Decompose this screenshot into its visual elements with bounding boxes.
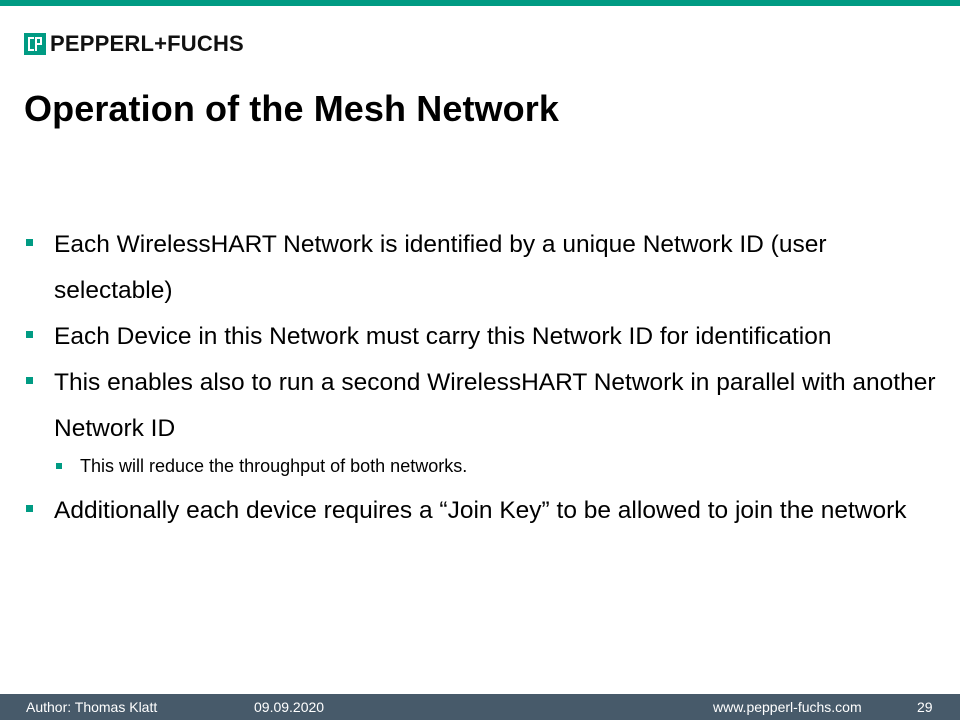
bullet-marker-icon xyxy=(26,377,33,384)
bullet-marker-icon xyxy=(26,331,33,338)
bullet-marker-icon xyxy=(26,239,33,246)
sub-bullet-marker-icon xyxy=(56,463,62,469)
sub-bullet-text: This will reduce the throughput of both … xyxy=(80,456,468,476)
company-logo: PEPPERL+FUCHS xyxy=(24,30,244,58)
bullet-text: Each WirelessHART Network is identified … xyxy=(54,231,827,304)
logo-text: PEPPERL+FUCHS xyxy=(50,31,244,56)
footer-author: Author: Thomas Klatt xyxy=(26,699,158,715)
page-number: 29 xyxy=(917,699,933,715)
footer-date: 09.09.2020 xyxy=(254,699,325,715)
sub-bullet-item: This will reduce the throughput of both … xyxy=(0,452,960,480)
bullet-marker-icon xyxy=(26,505,33,512)
bullet-item: Additionally each device requires a “Joi… xyxy=(0,488,944,534)
footer-url[interactable]: www.pepperl-fuchs.com xyxy=(713,699,862,715)
bullet-item: This enables also to run a second Wirele… xyxy=(0,360,944,452)
footer-bar: Author: Thomas Klatt 09.09.2020 www.pepp… xyxy=(0,694,960,720)
bullet-text: This enables also to run a second Wirele… xyxy=(54,369,936,442)
bullet-list: Each WirelessHART Network is identified … xyxy=(0,222,960,534)
pf-logo-icon xyxy=(24,33,46,55)
bullet-item: Each Device in this Network must carry t… xyxy=(0,314,944,360)
bullet-text: Additionally each device requires a “Joi… xyxy=(54,497,907,524)
bullet-item: Each WirelessHART Network is identified … xyxy=(0,222,944,314)
slide-title: Operation of the Mesh Network xyxy=(24,88,559,129)
top-accent-bar xyxy=(0,0,960,6)
bullet-text: Each Device in this Network must carry t… xyxy=(54,323,832,350)
